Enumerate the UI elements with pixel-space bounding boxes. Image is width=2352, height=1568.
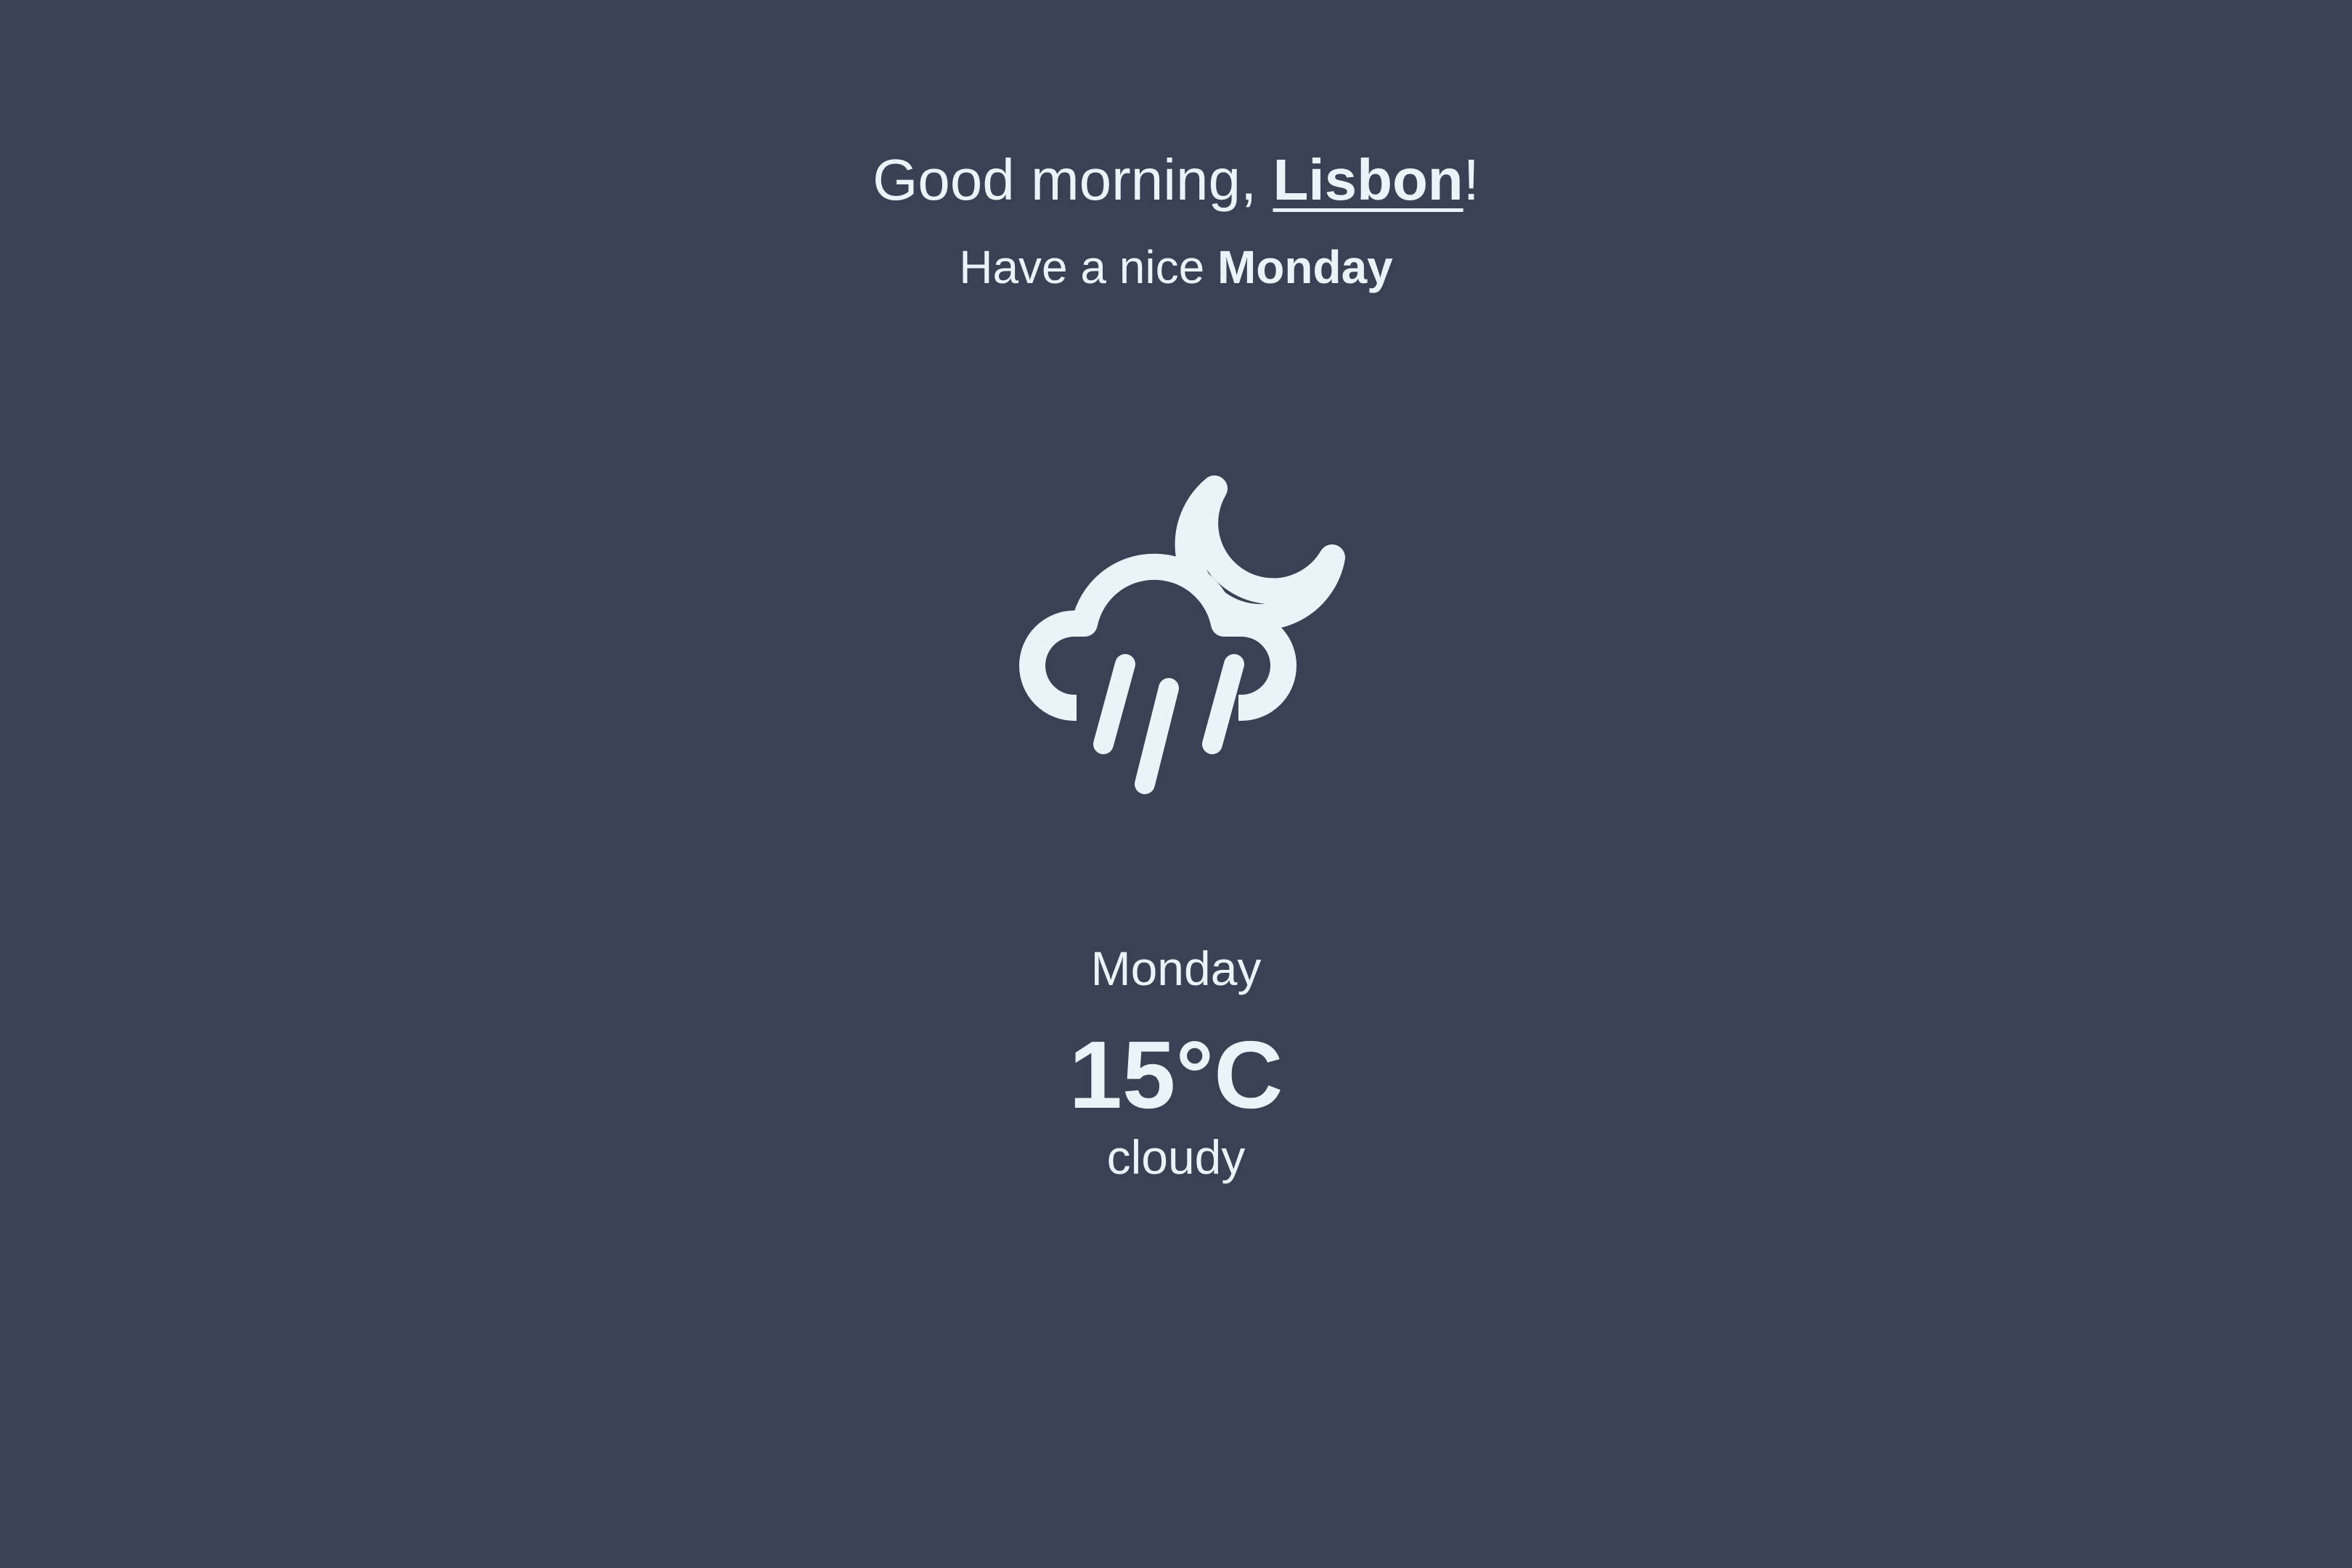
day-greeting-prefix: Have a nice — [959, 241, 1217, 293]
greeting-heading: Good morning, Lisbon! — [0, 145, 2352, 215]
night-rain-cloud-icon — [1019, 475, 1345, 794]
greeting-prefix: Good morning, — [873, 147, 1273, 212]
forecast-day: Monday — [1090, 942, 1262, 995]
weather-page: Good morning, Lisbon! Have a nice Monday… — [0, 0, 2352, 1568]
weather-condition: cloudy — [1106, 1130, 1246, 1184]
city-link[interactable]: Lisbon — [1273, 147, 1463, 212]
day-greeting: Have a nice Monday — [0, 240, 2352, 295]
day-greeting-day: Monday — [1217, 241, 1393, 293]
greeting-suffix: ! — [1463, 147, 1479, 212]
temperature-value: 15°C — [1069, 1021, 1283, 1128]
